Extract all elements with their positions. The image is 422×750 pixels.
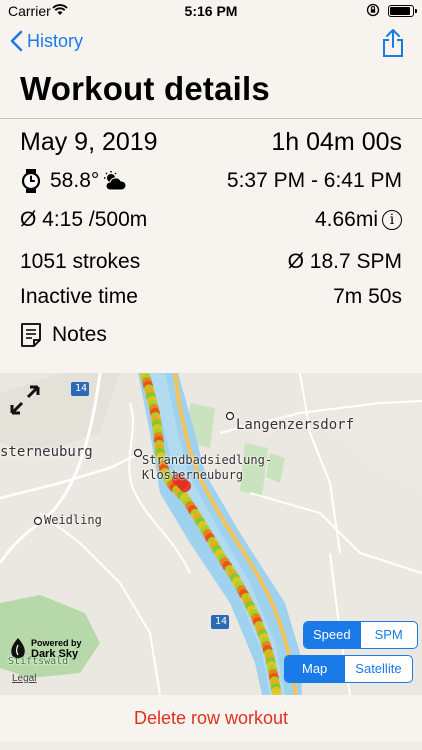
workout-date: May 9, 2019 bbox=[20, 128, 158, 156]
map-label-klosterneuburg: Klosterneuburg bbox=[142, 468, 244, 482]
date-duration-row: May 9, 2019 1h 04m 00s bbox=[20, 128, 402, 157]
road-shield-14-south: 14 bbox=[215, 616, 228, 627]
road-shield-14-north: 14 bbox=[75, 383, 88, 394]
pace-distance-row: Ø 4:15 /500m 4.66mi i bbox=[20, 208, 402, 232]
inactive-row: Inactive time 7m 50s bbox=[20, 285, 402, 309]
map-type-segmented-control: Map Satellite bbox=[284, 655, 413, 683]
share-button[interactable] bbox=[382, 28, 404, 63]
strokes-row: 1051 strokes Ø 18.7 SPM bbox=[20, 250, 402, 274]
legal-link[interactable]: Legal bbox=[12, 673, 36, 684]
temperature: 58.8° bbox=[50, 169, 100, 192]
map-segment[interactable]: Map bbox=[285, 656, 345, 682]
average-pace: Ø 4:15 /500m bbox=[20, 208, 148, 231]
orientation-lock-icon bbox=[366, 3, 380, 22]
battery-icon bbox=[388, 5, 417, 17]
navigation-bar: History bbox=[0, 22, 422, 68]
satellite-segment[interactable]: Satellite bbox=[344, 656, 411, 682]
divider bbox=[0, 118, 422, 119]
clock-time: 5:16 PM bbox=[184, 3, 238, 19]
expand-arrows-icon bbox=[10, 385, 40, 415]
stroke-count: 1051 strokes bbox=[20, 250, 141, 273]
attribution-line2: Dark Sky bbox=[31, 648, 79, 660]
map-label-weidling: Weidling bbox=[44, 513, 102, 527]
status-bar: Carrier 5:16 PM bbox=[0, 0, 422, 22]
partly-cloudy-icon bbox=[104, 171, 127, 191]
chevron-left-icon bbox=[10, 30, 23, 52]
metric-segmented-control: Speed SPM bbox=[303, 621, 418, 649]
info-icon[interactable]: i bbox=[382, 210, 402, 230]
dark-sky-attribution[interactable]: Powered by Dark Sky bbox=[8, 637, 82, 661]
inactive-time-label: Inactive time bbox=[20, 285, 138, 308]
time-range: 5:37 PM - 6:41 PM bbox=[226, 169, 402, 192]
map-label-strandbadsiedlung: Strandbadsiedlung- bbox=[142, 453, 273, 467]
delete-workout-button[interactable]: Delete row workout bbox=[0, 708, 422, 729]
spm-segment[interactable]: SPM bbox=[359, 622, 417, 648]
inactive-time-value: 7m 50s bbox=[333, 285, 402, 308]
weather-time-row: 58.8° 5:37 PM - 6:41 PM bbox=[20, 168, 402, 194]
back-button[interactable]: History bbox=[10, 30, 83, 52]
notes-label: Notes bbox=[52, 323, 107, 346]
share-icon bbox=[383, 29, 403, 57]
notes-icon bbox=[21, 323, 41, 347]
expand-map-button[interactable] bbox=[8, 383, 42, 422]
dark-sky-logo-icon bbox=[11, 638, 25, 658]
notes-button[interactable]: Notes bbox=[20, 322, 107, 348]
distance: 4.66mi bbox=[314, 208, 378, 231]
back-button-label: History bbox=[27, 30, 84, 51]
watch-icon bbox=[21, 169, 41, 193]
page-title: Workout details bbox=[20, 70, 270, 107]
map-label-klosterneuburg-west: sterneuburg bbox=[0, 444, 93, 460]
speed-segment[interactable]: Speed bbox=[304, 622, 360, 648]
bottom-safe-area bbox=[0, 742, 422, 750]
map-label-langenzersdorf: Langenzersdorf bbox=[236, 417, 355, 433]
workout-duration: 1h 04m 00s bbox=[271, 128, 402, 156]
average-spm: Ø 18.7 SPM bbox=[287, 250, 402, 273]
